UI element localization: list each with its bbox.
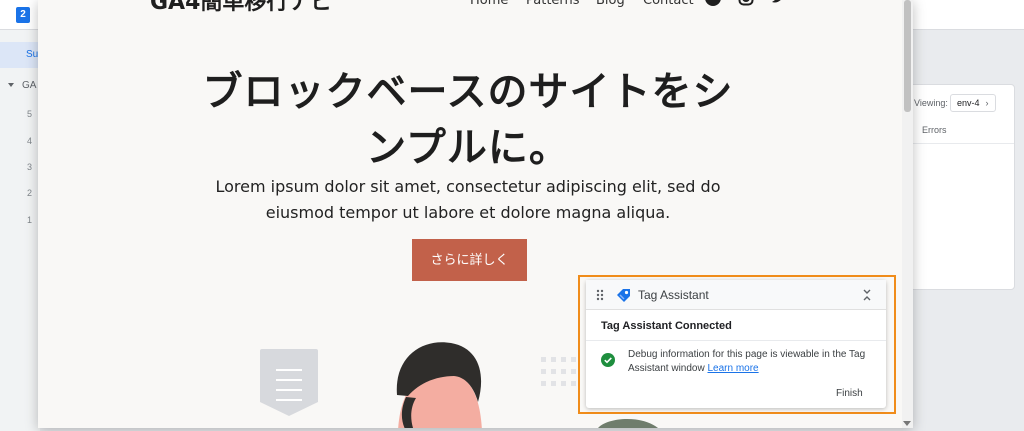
sidebar-event-4[interactable]: 4	[27, 136, 32, 146]
tag-assistant-logo-icon	[617, 289, 630, 302]
sidebar-event-1[interactable]: 1	[27, 215, 32, 225]
sidebar-event-2[interactable]: 2	[27, 188, 32, 198]
env-selector[interactable]: env-4 ›	[950, 94, 996, 112]
env-value: env-4	[957, 98, 980, 108]
finish-button[interactable]: Finish	[836, 388, 863, 399]
scrollbar-thumb[interactable]	[904, 0, 911, 112]
sidebar-item-summary[interactable]: Summary	[0, 42, 40, 68]
chevron-right-icon: ›	[985, 98, 989, 108]
sidebar-group-label: GA	[22, 80, 37, 91]
learn-more-link[interactable]: Learn more	[707, 363, 758, 374]
scroll-down-arrow-icon[interactable]	[903, 421, 911, 426]
connection-status: Tag Assistant Connected	[601, 320, 732, 332]
caret-down-icon	[8, 83, 14, 88]
dot-grid	[541, 357, 576, 386]
tab-errors[interactable]: Errors	[922, 125, 947, 135]
container-badge[interactable]: 2	[16, 7, 30, 23]
collapse-icon[interactable]	[862, 288, 872, 302]
document-illustration	[260, 349, 318, 416]
divider	[586, 340, 886, 341]
sidebar-event-5[interactable]: 5	[27, 109, 32, 119]
sidebar-group[interactable]: GA	[8, 80, 36, 91]
viewing-panel: Viewing: env-4 › Errors	[905, 84, 1015, 290]
tag-assistant-panel: Tag Assistant Tag Assistant Connected De…	[586, 280, 886, 408]
tag-assistant-header[interactable]: Tag Assistant	[586, 280, 886, 310]
divider	[906, 143, 1014, 144]
drag-handle-icon[interactable]	[596, 289, 604, 301]
viewing-label: Viewing:	[914, 98, 948, 108]
tag-assistant-title: Tag Assistant	[638, 288, 709, 302]
check-circle-icon	[601, 353, 615, 367]
plant-illustration	[598, 418, 658, 428]
page-scrollbar[interactable]	[902, 0, 913, 428]
debug-message: Debug information for this page is viewa…	[628, 348, 878, 376]
person-illustration	[396, 342, 482, 428]
sidebar-event-3[interactable]: 3	[27, 162, 32, 172]
